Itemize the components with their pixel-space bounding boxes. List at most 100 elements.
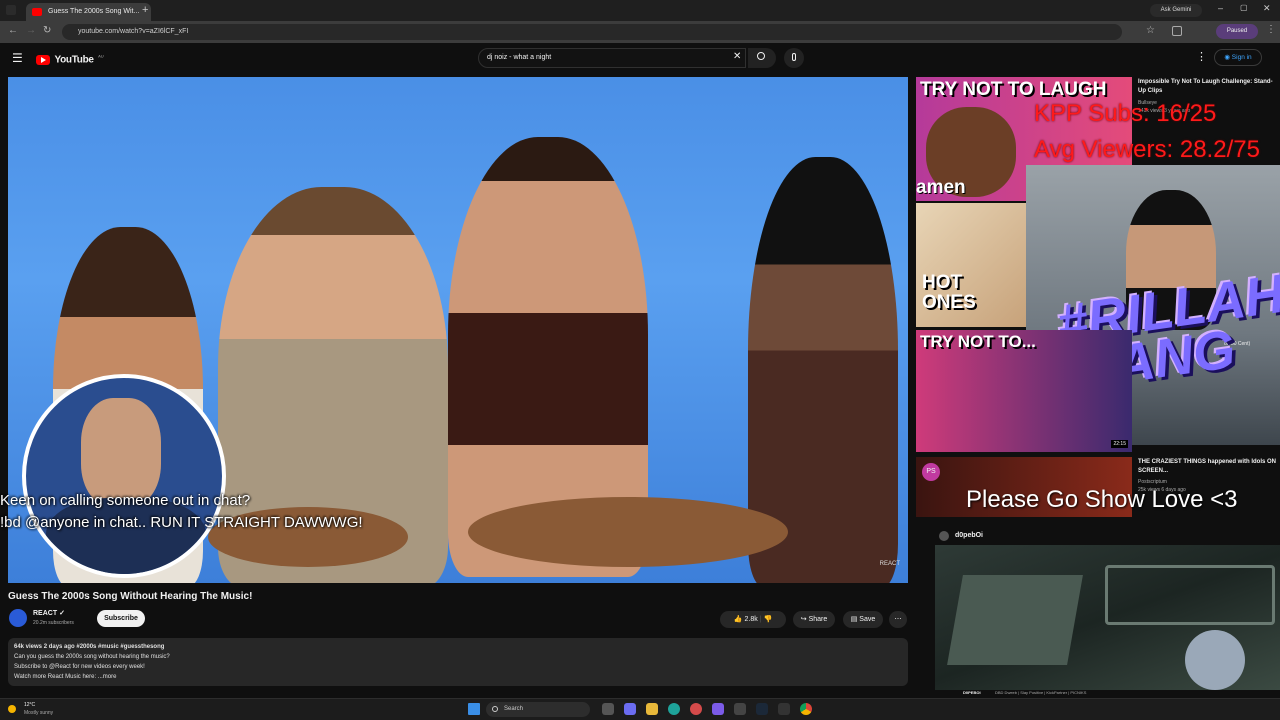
recommendation-title-1[interactable]: Impossible Try Not To Laugh Challenge: S… <box>1138 78 1276 96</box>
streamer-facecam <box>22 374 226 578</box>
country-code: AU <box>98 53 104 59</box>
app-icon-3[interactable] <box>734 703 746 715</box>
game-cam-person <box>1185 630 1245 690</box>
video-description[interactable]: 64k views 2 days ago #2000s #music #gues… <box>8 638 908 686</box>
search-button[interactable] <box>748 48 776 68</box>
edge-icon[interactable] <box>668 703 680 715</box>
save-icon: ▤ <box>850 616 860 623</box>
subscribe-button[interactable]: Subscribe <box>97 610 145 627</box>
reload-icon[interactable]: ↻ <box>43 25 51 36</box>
stream-footer: D0PEBOI DBD Dweeb | Slay Positive | Kick… <box>935 690 1280 698</box>
youtube-logo-icon <box>36 54 50 65</box>
channel-name[interactable]: REACT ✓ <box>33 609 65 617</box>
stream-channel-avatar <box>939 531 949 541</box>
profile-status-label: Paused <box>1226 28 1248 34</box>
recommendation-thumb-2[interactable]: HOT ONES <box>916 203 1026 327</box>
browser-tab-bar: Guess The 2000s Song Wit... + Ask Gemini… <box>0 0 1280 21</box>
stream-channel-name: d0pebOi <box>955 532 984 539</box>
task-view-icon[interactable] <box>602 703 614 715</box>
thumb-2-text: HOT ONES <box>922 272 976 313</box>
sign-in-label: Sign in <box>1231 54 1252 61</box>
user-icon: ◉ <box>1224 54 1232 61</box>
like-button[interactable]: 👍 2.8k <box>734 616 758 623</box>
taskbar-search[interactable]: Search <box>486 702 590 717</box>
game-railing <box>1105 565 1275 625</box>
windows-taskbar: 12°C Mostly sunny Search <box>0 698 1280 720</box>
browser-menu-icon[interactable]: ⋮ <box>1266 24 1276 35</box>
subscriber-count: 20.2m subscribers <box>33 620 74 626</box>
tab-list-button[interactable] <box>6 5 16 15</box>
stream-title-bar: d0pebOi <box>935 528 1280 545</box>
recommendation-thumb-3[interactable]: TRY NOT TO... 22:15 <box>916 330 1132 452</box>
weather-temp: 12°C <box>24 702 36 708</box>
youtube-header: ☰ YouTube AU dj noiz - what a night ✕ ⋮ … <box>0 43 1280 73</box>
like-dislike-group: 👍 2.8k | 👎 <box>720 611 786 628</box>
url-text: youtube.com/watch?v=aZI6lCF_xFI <box>78 28 189 35</box>
description-meta: 64k views 2 days ago #2000s #music #gues… <box>14 644 165 650</box>
search-query: dj noiz - what a night <box>487 54 552 61</box>
youtube-logo-text: YouTube <box>54 54 94 66</box>
description-line-3: Watch more React Music here: ...more <box>14 674 117 680</box>
file-explorer-icon[interactable] <box>646 703 658 715</box>
chat-overlay-line-2: !bd @anyone in chat.. RUN IT STRAIGHT DA… <box>0 514 363 531</box>
tab-title: Guess The 2000s Song Wit... <box>48 8 140 15</box>
settings-dots-icon[interactable]: ⋮ <box>1196 50 1207 63</box>
microphone-icon <box>792 53 796 61</box>
url-field[interactable]: youtube.com/watch?v=aZI6lCF_xFI <box>62 24 1122 40</box>
weather-desc: Mostly sunny <box>24 710 54 716</box>
share-button[interactable]: ↪ Share <box>793 611 835 628</box>
taskbar-search-label: Search <box>504 706 524 712</box>
show-love-overlay: Please Go Show Love <3 <box>966 486 1238 513</box>
hamburger-menu-icon[interactable]: ☰ <box>12 51 23 65</box>
youtube-favicon-icon <box>32 8 42 16</box>
steam-icon[interactable] <box>756 703 768 715</box>
app-icon-4[interactable] <box>778 703 790 715</box>
save-button[interactable]: ▤ Save <box>843 611 883 628</box>
browser-tab[interactable]: Guess The 2000s Song Wit... <box>26 3 151 21</box>
address-bar-row: ← → ↻ youtube.com/watch?v=aZI6lCF_xFI ☆ … <box>0 21 1280 43</box>
chrome-icon[interactable] <box>800 703 812 715</box>
thumb-4-badge: PS <box>922 463 940 481</box>
profile-paused-button[interactable]: Paused <box>1216 24 1258 39</box>
youtube-logo[interactable]: YouTube AU <box>36 51 104 65</box>
streamer-shirt <box>46 498 206 574</box>
back-icon[interactable]: ← <box>8 25 18 36</box>
stream-footer-sub: DBD Dweeb | Slay Positive | KickPartner … <box>995 690 1087 695</box>
forward-icon[interactable]: → <box>26 25 36 36</box>
close-window-button[interactable]: ✕ <box>1263 3 1271 14</box>
thumb-3-duration: 22:15 <box>1111 440 1128 448</box>
thumb-1-text: TRY NOT TO LAUGH <box>920 79 1107 100</box>
voice-search-button[interactable] <box>784 48 804 68</box>
sign-in-button[interactable]: ◉ Sign in <box>1214 49 1262 66</box>
bookmark-star-icon[interactable]: ☆ <box>1146 25 1155 36</box>
app-icon-1[interactable] <box>690 703 702 715</box>
more-actions-button[interactable]: ⋯ <box>889 611 907 628</box>
channel-avatar[interactable] <box>9 609 27 627</box>
maximize-button[interactable]: ▢ <box>1240 3 1248 12</box>
search-icon <box>757 52 765 60</box>
game-crate <box>947 575 1083 665</box>
extensions-icon[interactable] <box>1172 26 1182 36</box>
avg-viewers-overlay: Avg Viewers: 28.2/75 <box>1034 136 1260 163</box>
copilot-icon[interactable] <box>624 703 636 715</box>
thumb-1-sub-text: amen <box>916 177 966 198</box>
minimize-button[interactable]: – <box>1218 3 1223 13</box>
new-tab-button[interactable]: + <box>142 4 148 16</box>
taskbar-search-icon <box>492 706 498 712</box>
recommendation-title-4[interactable]: THE CRAZIEST THINGS happened with Idols … <box>1138 458 1276 476</box>
app-icon-2[interactable] <box>712 703 724 715</box>
dislike-button[interactable]: 👎 <box>763 616 772 623</box>
ask-gemini-button[interactable]: Ask Gemini <box>1150 4 1202 17</box>
search-input[interactable]: dj noiz - what a night <box>478 48 746 68</box>
kpp-subs-overlay: KPP Subs: 16/25 <box>1034 100 1217 127</box>
description-line-1: Can you guess the 2000s song without hea… <box>14 654 170 660</box>
windows-start-icon[interactable] <box>468 703 480 715</box>
game-capture <box>935 545 1280 690</box>
recommendation-channel-4: Postscriptum <box>1138 479 1167 485</box>
chat-overlay-line-1: Keen on calling someone out in chat? <box>0 492 251 509</box>
video-title: Guess The 2000s Song Without Hearing The… <box>8 591 253 602</box>
clear-search-icon[interactable]: ✕ <box>733 51 741 62</box>
video-watermark: REACT <box>879 561 900 567</box>
thumb-3-text: TRY NOT TO... <box>920 332 1036 351</box>
table-right <box>468 497 788 567</box>
